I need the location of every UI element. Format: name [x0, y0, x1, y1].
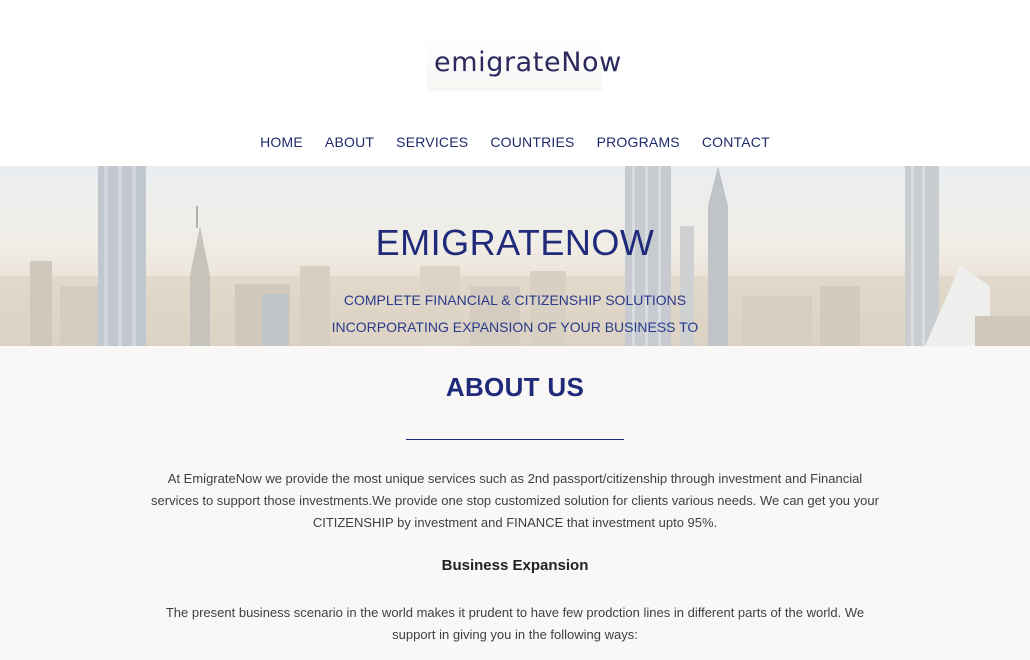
- about-paragraph-expansion: The present business scenario in the wor…: [165, 605, 865, 642]
- hero-subtitle: COMPLETE FINANCIAL & CITIZENSHIP SOLUTIO…: [331, 292, 699, 335]
- about-section: ABOUT US At EmigrateNow we provide the m…: [0, 346, 1030, 660]
- hero-banner: EMIGRATENOW COMPLETE FINANCIAL & CITIZEN…: [0, 166, 1030, 346]
- main-nav: HOME ABOUT SERVICES COUNTRIES PROGRAMS C…: [0, 130, 1030, 154]
- about-title: ABOUT US: [445, 372, 585, 402]
- hero-title: EMIGRATENOW: [375, 222, 655, 263]
- nav-services[interactable]: SERVICES: [396, 130, 468, 154]
- nav-about[interactable]: ABOUT: [325, 130, 374, 154]
- about-subheading: Business Expansion: [441, 557, 589, 574]
- about-paragraph-intro: At EmigrateNow we provide the most uniqu…: [151, 471, 879, 530]
- nav-contact[interactable]: CONTACT: [702, 130, 770, 154]
- logo-text: emigrateNow: [434, 46, 622, 78]
- nav-countries[interactable]: COUNTRIES: [490, 130, 574, 154]
- page: emigrateNow HOME ABOUT SERVICES COUNTRIE…: [0, 0, 1030, 660]
- nav-home[interactable]: HOME: [260, 130, 303, 154]
- about-divider: [406, 439, 624, 440]
- site-header: emigrateNow HOME ABOUT SERVICES COUNTRIE…: [0, 0, 1030, 166]
- nav-programs[interactable]: PROGRAMS: [597, 130, 680, 154]
- site-logo[interactable]: emigrateNow: [427, 33, 621, 91]
